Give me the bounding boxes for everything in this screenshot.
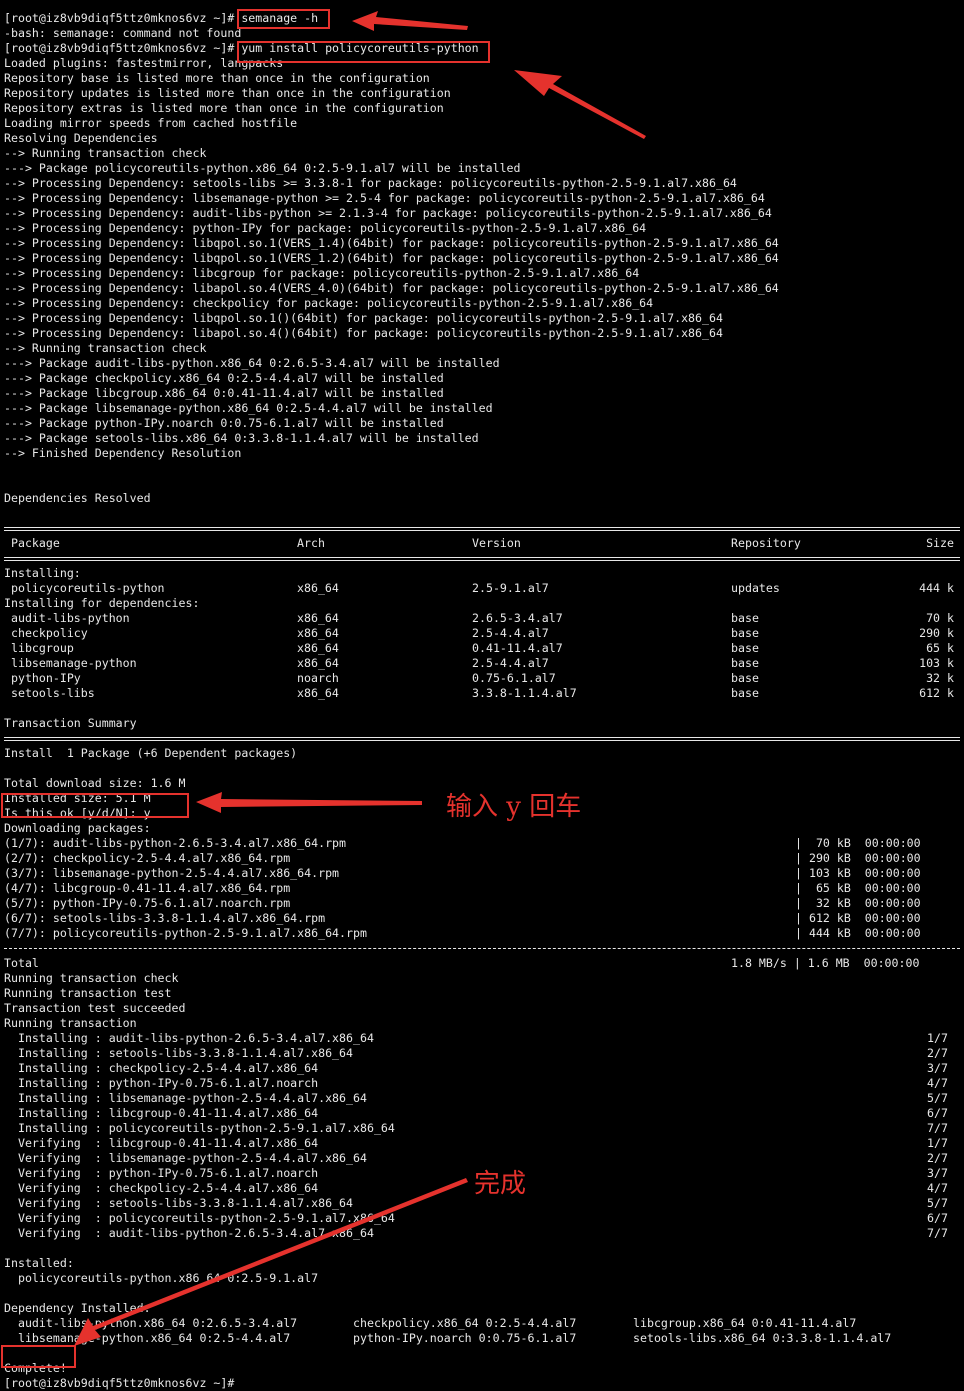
highlight-semanage xyxy=(237,9,330,29)
highlight-complete xyxy=(1,1345,76,1368)
annotation-enter-y: 输入 y 回车 xyxy=(446,792,582,822)
arrow-to-confirm xyxy=(196,792,422,813)
arrow-to-yum-install xyxy=(514,70,646,139)
highlight-confirm xyxy=(1,793,189,818)
highlight-yum-install xyxy=(237,41,490,63)
arrow-to-complete xyxy=(74,1178,468,1346)
arrow-to-semanage xyxy=(352,11,468,31)
annotation-done: 完成 xyxy=(474,1169,527,1199)
